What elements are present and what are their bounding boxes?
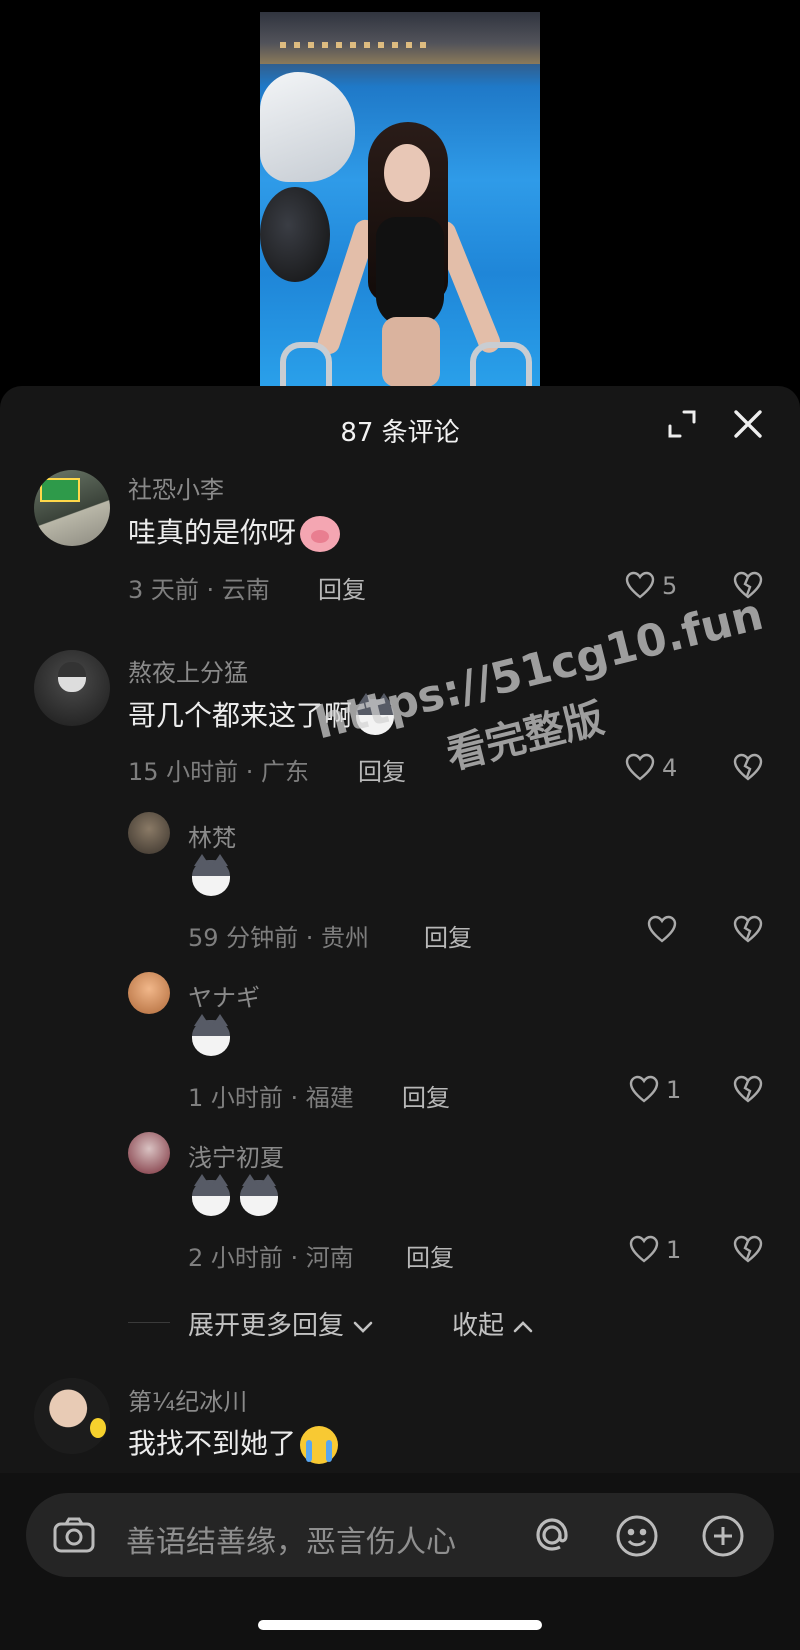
reply-text [192, 854, 230, 896]
comment-text: 我找不到她了 [128, 1422, 339, 1464]
collapse-replies-label: 收起 [452, 1311, 505, 1341]
reply-username[interactable]: 林梵 [188, 818, 236, 853]
plus-circle-icon[interactable] [700, 1513, 746, 1559]
reply-meta: 1 小时前 · 福建 [188, 1084, 354, 1112]
like-count: 1 [666, 1236, 682, 1264]
comment-username[interactable]: 社恐小李 [128, 470, 224, 505]
comment-sheet: 87 条评论 [0, 386, 800, 1650]
comment-input[interactable]: 善语结善缘，恶言伤人心 [26, 1493, 774, 1577]
husky-emoji-icon [192, 854, 230, 896]
comment-username[interactable]: 第¼纪冰川 [128, 1382, 247, 1417]
reply-text [192, 1174, 278, 1216]
city-skyline [260, 12, 540, 64]
husky-emoji-icon [240, 1174, 278, 1216]
pig-emoji-icon [300, 516, 341, 552]
pool-rail [470, 342, 532, 386]
chevron-up-icon [513, 1320, 533, 1332]
heart-outline-icon[interactable] [624, 570, 656, 600]
husky-emoji-icon [192, 1014, 230, 1056]
comment-username[interactable]: 熬夜上分猛 [128, 653, 248, 688]
crying-emoji-icon [300, 1426, 339, 1464]
reply-button[interactable]: 回复 [406, 1238, 454, 1273]
avatar[interactable] [128, 972, 170, 1014]
at-icon[interactable] [528, 1511, 576, 1559]
avatar[interactable] [128, 1132, 170, 1174]
comment-text-content: 我找不到她了 [128, 1427, 297, 1460]
husky-emoji-icon [192, 1174, 230, 1216]
reply-text [192, 1014, 230, 1056]
heart-outline-icon[interactable] [624, 752, 656, 782]
collapse-replies-button[interactable]: 收起 [452, 1305, 534, 1342]
video-thumbnail[interactable] [260, 12, 540, 386]
reply-button[interactable]: 回复 [424, 918, 472, 953]
chevron-down-icon [353, 1321, 373, 1333]
heart-outline-icon[interactable] [628, 1074, 660, 1104]
reply-button[interactable]: 回复 [402, 1078, 450, 1113]
home-indicator[interactable] [258, 1620, 542, 1630]
avatar[interactable] [128, 812, 170, 854]
heart-outline-icon[interactable] [628, 1234, 660, 1264]
thread-divider [128, 1322, 170, 1323]
reply-username[interactable]: 浅宁初夏 [188, 1138, 284, 1173]
camera-icon[interactable] [52, 1513, 96, 1557]
comment-text: 哇真的是你呀 [128, 511, 341, 552]
comment-text-content: 哇真的是你呀 [128, 516, 297, 549]
comment-meta: 15 小时前 · 广东 [128, 758, 310, 786]
avatar[interactable] [34, 650, 110, 726]
expand-replies-label: 展开更多回复 [188, 1311, 345, 1341]
person-figure [314, 122, 504, 386]
expand-icon[interactable] [664, 406, 700, 442]
heart-outline-icon[interactable] [646, 914, 678, 944]
like-count: 4 [662, 754, 678, 782]
close-icon[interactable] [730, 406, 766, 442]
pool-rail [280, 342, 332, 386]
like-count: 5 [662, 572, 678, 600]
input-placeholder: 善语结善缘，恶言伤人心 [126, 1525, 456, 1560]
broken-heart-icon[interactable] [732, 752, 764, 782]
smiley-icon[interactable] [614, 1513, 660, 1559]
broken-heart-icon[interactable] [732, 914, 764, 944]
reply-meta: 59 分钟前 · 贵州 [188, 924, 370, 952]
avatar[interactable] [34, 470, 110, 546]
broken-heart-icon[interactable] [732, 1074, 764, 1104]
broken-heart-icon[interactable] [732, 1234, 764, 1264]
avatar[interactable] [34, 1378, 110, 1454]
comment-meta: 3 天前 · 云南 [128, 576, 270, 604]
pool-float-dark [260, 187, 330, 282]
like-count: 1 [666, 1076, 682, 1104]
expand-replies-button[interactable]: 展开更多回复 [188, 1305, 374, 1342]
reply-button[interactable]: 回复 [318, 570, 366, 605]
reply-meta: 2 小时前 · 河南 [188, 1244, 354, 1272]
reply-username[interactable]: ヤナギ [188, 978, 260, 1013]
